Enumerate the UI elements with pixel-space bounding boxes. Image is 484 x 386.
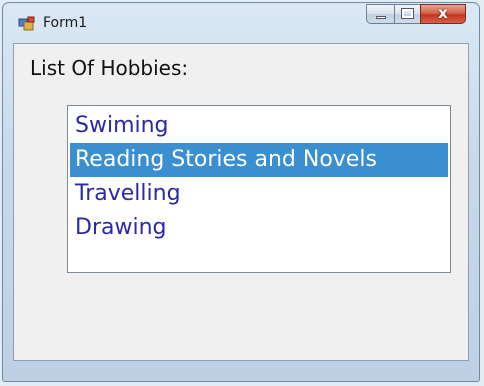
list-item[interactable]: Travelling (70, 177, 448, 211)
app-icon[interactable] (18, 16, 36, 31)
hobbies-label: List Of Hobbies: (30, 56, 189, 80)
hobbies-listbox[interactable]: Swiming Reading Stories and Novels Trave… (67, 105, 451, 273)
title-bar[interactable]: Form1 x (3, 3, 479, 43)
list-item[interactable]: Drawing (70, 211, 448, 245)
minimize-icon (376, 16, 386, 19)
minimize-button[interactable] (366, 4, 394, 24)
maximize-button[interactable] (394, 4, 420, 24)
maximize-icon (401, 8, 414, 19)
window-title: Form1 (43, 15, 88, 31)
list-item[interactable]: Swiming (70, 109, 448, 143)
form1-window: Form1 x List Of Hobbies: Swiming Reading… (2, 2, 480, 382)
close-button[interactable]: x (420, 4, 466, 24)
close-icon: x (438, 4, 448, 22)
list-item[interactable]: Reading Stories and Novels (70, 143, 448, 177)
caption-buttons: x (366, 4, 466, 24)
